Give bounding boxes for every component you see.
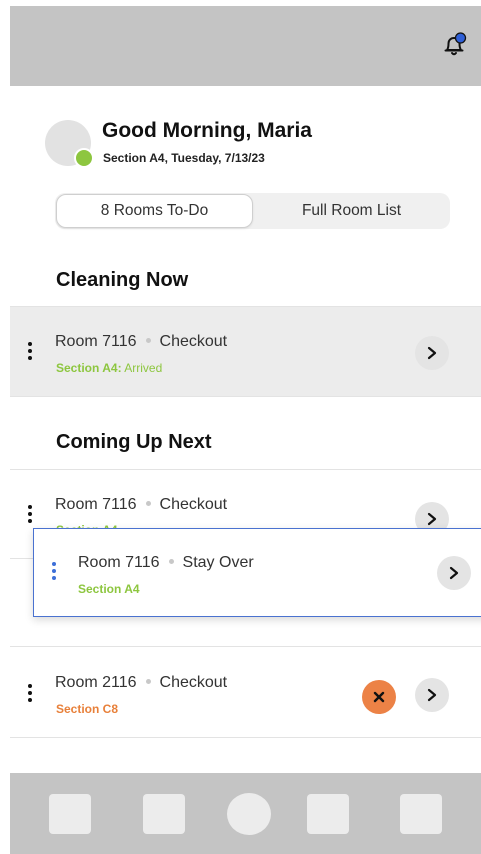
drag-handle-icon[interactable] [51,562,57,584]
coming-up-heading: Coming Up Next [56,431,212,453]
nav-item-2[interactable] [143,794,185,834]
room-title: Room 7116 Checkout [55,333,227,351]
tab-full-room-list[interactable]: Full Room List [255,194,448,228]
room-section-status: Section A4: Arrived [56,361,162,375]
more-options-icon[interactable] [27,342,33,364]
more-options-icon[interactable] [27,684,33,706]
separator-dot [168,558,174,564]
room-number: Room 7116 [55,496,137,513]
bottom-nav-bar [10,773,481,854]
dragging-room-card[interactable]: Room 7116 Stay Over Section A4 [33,528,481,617]
more-options-icon[interactable] [27,505,33,527]
nav-item-4[interactable] [307,794,349,834]
chevron-right-icon[interactable] [415,336,449,370]
online-status-dot [74,148,94,168]
room-type: Checkout [159,496,228,513]
room-title: Room 7116 Checkout [55,496,227,514]
section-label: Section A4: [56,361,122,375]
tab-rooms-to-do[interactable]: 8 Rooms To-Do [56,194,253,228]
cleaning-now-heading: Cleaning Now [56,269,189,291]
chevron-right-icon[interactable] [437,556,471,590]
app-screen: Good Morning, Maria Section A4, Tuesday,… [10,6,481,854]
chevron-right-icon[interactable] [415,678,449,712]
nav-item-home[interactable] [227,793,271,835]
room-type: Checkout [159,674,228,691]
section-date-subtitle: Section A4, Tuesday, 7/13/23 [103,151,265,165]
status-label: Arrived [124,361,163,375]
cleaning-now-row[interactable]: Room 7116 Checkout Section A4: Arrived [10,306,481,397]
nav-item-1[interactable] [49,794,91,834]
room-section: Section C8 [56,702,119,716]
close-icon[interactable] [362,680,396,714]
room-section: Section A4 [78,582,140,596]
coming-up-row[interactable]: Room 2116 Checkout Section C8 [10,646,481,738]
greeting-title: Good Morning, Maria [102,119,312,142]
separator-dot [145,337,151,343]
room-list-toggle: 8 Rooms To-Do Full Room List [55,193,450,229]
room-type: Checkout [159,333,228,350]
room-number: Room 7116 [78,554,160,571]
room-type: Stay Over [182,554,254,571]
separator-dot [145,678,151,684]
separator-dot [145,500,151,506]
room-title: Room 7116 Stay Over [78,554,254,572]
top-bar [10,6,481,86]
room-number: Room 7116 [55,333,137,350]
nav-item-5[interactable] [400,794,442,834]
bell-icon[interactable] [441,32,467,58]
room-title: Room 2116 Checkout [55,674,227,692]
room-number: Room 2116 [55,674,137,691]
